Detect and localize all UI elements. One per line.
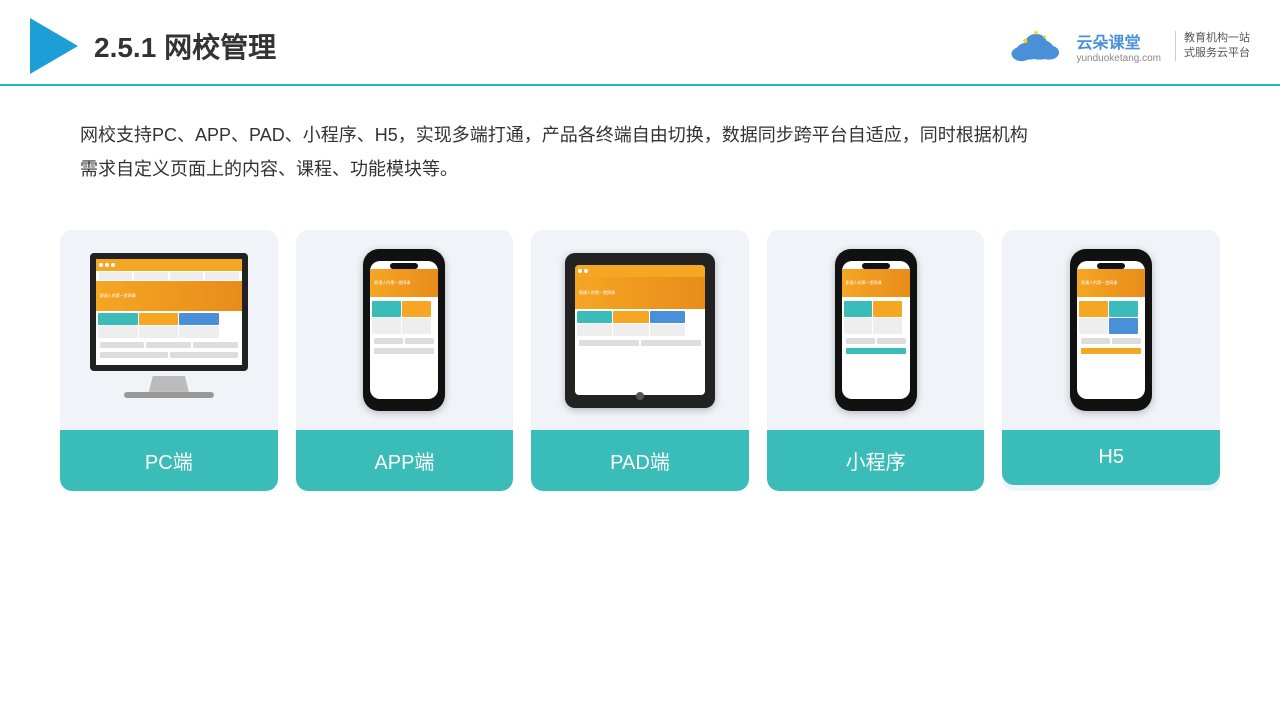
tablet-button <box>636 392 644 400</box>
pad-device: 职通人的第一堂网课 <box>565 253 715 408</box>
header-left: 2.5.1 网校管理 <box>30 18 276 74</box>
card-pc-image: 职通人的第一堂网课 <box>60 230 278 430</box>
card-app-label: APP端 <box>296 430 514 491</box>
tablet-screen: 职通人的第一堂网课 <box>575 265 705 395</box>
play-icon <box>30 18 78 74</box>
description-line1: 网校支持PC、APP、PAD、小程序、H5，实现多端打通，产品各终端自由切换，数… <box>80 118 1200 152</box>
card-h5-image: 职通人的第一堂网课 <box>1002 230 1220 430</box>
h5-device: 职通人的第一堂网课 <box>1070 249 1152 411</box>
header: 2.5.1 网校管理 云朵课堂 yunduoketang.com 教育机构一站 … <box>0 0 1280 86</box>
card-pad-image: 职通人的第一堂网课 <box>531 230 749 430</box>
card-pc: 职通人的第一堂网课 PC端 <box>60 230 278 491</box>
card-pad-label: PAD端 <box>531 430 749 491</box>
card-pad: 职通人的第一堂网课 PAD端 <box>531 230 749 491</box>
pc-screen: 职通人的第一堂网课 <box>90 253 248 371</box>
card-pc-label: PC端 <box>60 430 278 491</box>
miniapp-phone-screen: 职通人的第一堂网课 <box>842 261 910 399</box>
card-h5: 职通人的第一堂网课 H5 <box>1002 230 1220 491</box>
phone-screen: 职通人的第一堂网课 <box>370 261 438 399</box>
card-miniapp-image: 职通人的第一堂网课 <box>767 230 985 430</box>
pc-device: 职通人的第一堂网课 <box>84 253 254 408</box>
h5-phone-notch <box>1097 263 1125 269</box>
description-block: 网校支持PC、APP、PAD、小程序、H5，实现多端打通，产品各终端自由切换，数… <box>0 86 1280 202</box>
cloud-logo-icon <box>1006 28 1066 64</box>
title-text: 网校管理 <box>164 32 276 63</box>
card-h5-label: H5 <box>1002 430 1220 485</box>
logo-area: 云朵课堂 yunduoketang.com 教育机构一站 式服务云平台 <box>1006 28 1250 64</box>
card-miniapp: 职通人的第一堂网课 小程序 <box>767 230 985 491</box>
h5-phone-screen: 职通人的第一堂网课 <box>1077 261 1145 399</box>
card-app: 职通人的第一堂网课 APP端 <box>296 230 514 491</box>
section-number: 2.5.1 <box>94 32 156 63</box>
logo-en: yunduoketang.com <box>1076 53 1161 64</box>
logo-name: 云朵课堂 <box>1076 29 1161 53</box>
phone-notch <box>390 263 418 269</box>
miniapp-device: 职通人的第一堂网课 <box>835 249 917 411</box>
pc-base <box>124 392 214 398</box>
app-device: 职通人的第一堂网课 <box>363 249 445 411</box>
cards-section: 职通人的第一堂网课 PC端 <box>0 202 1280 491</box>
logo-text-block: 云朵课堂 yunduoketang.com <box>1076 29 1161 64</box>
card-miniapp-label: 小程序 <box>767 430 985 491</box>
pc-stand <box>149 376 189 392</box>
miniapp-phone-notch <box>862 263 890 269</box>
logo-slogan: 教育机构一站 式服务云平台 <box>1175 31 1250 62</box>
description-line2: 需求自定义页面上的内容、课程、功能模块等。 <box>80 152 1200 186</box>
card-app-image: 职通人的第一堂网课 <box>296 230 514 430</box>
page-title: 2.5.1 网校管理 <box>94 26 276 66</box>
